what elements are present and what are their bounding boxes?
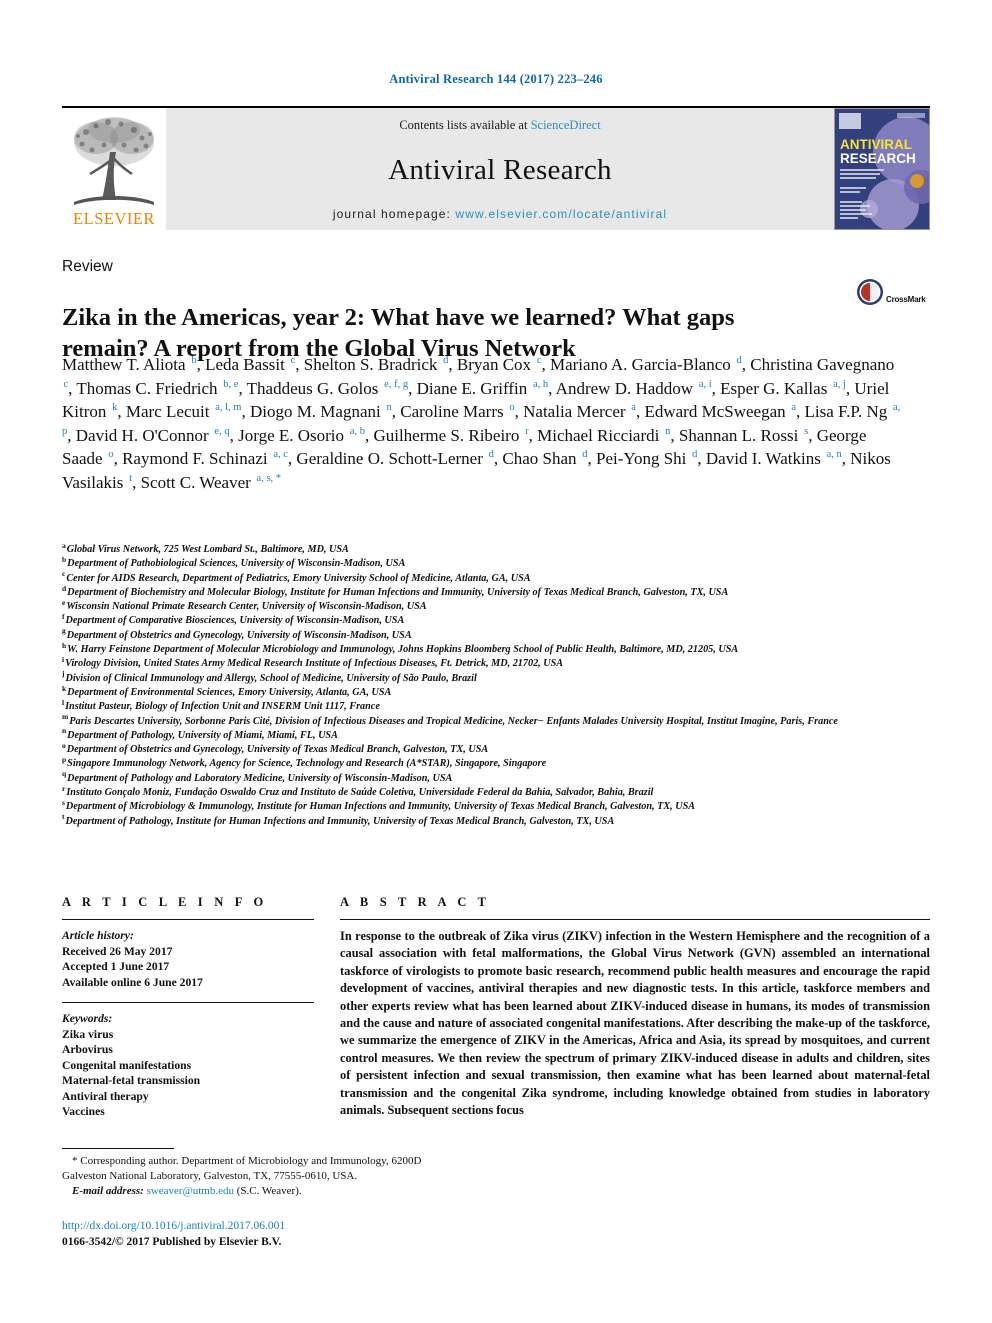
affiliation-line: gDepartment of Obstetrics and Gynecology… — [62, 627, 930, 643]
corresponding-author-name: (S.C. Weaver). — [236, 1185, 302, 1197]
affiliation-text: Department of Pathology and Laboratory M… — [67, 772, 453, 784]
crossmark-badge[interactable]: CrossMark — [856, 278, 926, 306]
affiliation-text: Global Virus Network, 725 West Lombard S… — [66, 544, 349, 555]
affiliation-line: dDepartment of Biochemistry and Molecula… — [62, 584, 930, 600]
abstract-heading: A B S T R A C T — [340, 895, 491, 909]
article-history-block: Article history: Received 26 May 2017 Ac… — [62, 928, 314, 990]
keyword-item: Zika virus — [62, 1027, 114, 1041]
keywords-block: Keywords: Zika virus Arbovirus Congenita… — [62, 1011, 314, 1120]
keyword-item: Arbovirus — [62, 1043, 113, 1056]
abstract-text: In response to the outbreak of Zika viru… — [340, 929, 930, 1118]
journal-homepage-line: journal homepage: www.elsevier.com/locat… — [333, 207, 667, 221]
corresponding-author-email-link[interactable]: sweaver@utmb.edu — [147, 1185, 234, 1197]
affiliation-line: oDepartment of Obstetrics and Gynecology… — [62, 742, 930, 757]
journal-cover-thumbnail: ANTIVIRAL RESEARCH — [834, 108, 930, 230]
affiliation-text: Department of Obstetrics and Gynecology,… — [66, 629, 412, 641]
journal-masthead: ELSEVIER Contents lists available at Sci… — [62, 106, 930, 230]
cover-artwork-icon: ANTIVIRAL RESEARCH — [835, 109, 929, 229]
keyword-item: Maternal-fetal transmission — [62, 1074, 201, 1087]
crossmark-label: CrossMark — [886, 295, 926, 304]
svg-text:RESEARCH: RESEARCH — [840, 151, 916, 166]
affiliation-line: kDepartment of Environmental Sciences, E… — [62, 684, 930, 700]
copyright-line: 0166-3542/© 2017 Published by Elsevier B… — [62, 1236, 282, 1248]
affiliation-text: Department of Biochemistry and Molecular… — [67, 586, 729, 598]
author-list: Matthew T. Aliota b, Leda Bassit c, Shel… — [62, 355, 901, 492]
affiliation-text: Department of Pathology, Institute for H… — [65, 815, 615, 827]
affiliation-line: bDepartment of Pathobiological Sciences,… — [62, 556, 930, 571]
keywords-label: Keywords: — [62, 1012, 113, 1025]
article-history-accepted: Accepted 1 June 2017 — [62, 960, 170, 973]
affiliation-line: cCenter for AIDS Research, Department of… — [62, 570, 930, 586]
affiliation-text: Department of Comparative Biosciences, U… — [65, 615, 405, 627]
affiliation-text: Division of Clinical Immunology and Alle… — [65, 672, 477, 684]
journal-banner: Contents lists available at ScienceDirec… — [166, 108, 834, 230]
affiliation-line: jDivision of Clinical Immunology and All… — [62, 670, 930, 686]
affiliation-list: aGlobal Virus Network, 725 West Lombard … — [62, 541, 930, 829]
affiliation-text: Department of Pathology, University of M… — [67, 729, 338, 741]
article-info-rule-mid — [62, 1002, 314, 1003]
affiliation-text: Paris Descartes University, Sorbonne Par… — [69, 715, 838, 727]
article-history-received: Received 26 May 2017 — [62, 944, 173, 958]
sciencedirect-link[interactable]: ScienceDirect — [531, 118, 601, 132]
elsevier-wordmark: ELSEVIER — [73, 209, 155, 228]
affiliation-text: Department of Microbiology & Immunology,… — [65, 801, 696, 813]
abstract-rule — [340, 919, 930, 920]
affiliation-line: iVirology Division, United States Army M… — [62, 656, 930, 671]
affiliation-line: qDepartment of Pathology and Laboratory … — [62, 770, 930, 786]
affiliation-line: eWisconsin National Primate Research Cen… — [62, 599, 930, 614]
keyword-item: Antiviral therapy — [62, 1089, 149, 1103]
article-history-label: Article history: — [62, 929, 134, 942]
abstract-section: A B S T R A C T In response to the outbr… — [340, 895, 930, 1119]
affiliation-line: fDepartment of Comparative Biosciences, … — [62, 613, 930, 628]
affiliation-line: aGlobal Virus Network, 725 West Lombard … — [62, 541, 930, 557]
footnote-line-1: * Corresponding author. Department of Mi… — [72, 1155, 422, 1167]
affiliation-line: sDepartment of Microbiology & Immunology… — [62, 799, 930, 814]
article-info-section: A R T I C L E I N F O Article history: R… — [62, 895, 314, 1120]
affiliation-text: Wisconsin National Primate Research Cent… — [66, 601, 427, 613]
affiliation-line: hW. Harry Feinstone Department of Molecu… — [62, 641, 930, 657]
keyword-item: Vaccines — [62, 1105, 105, 1118]
journal-title: Antiviral Research — [388, 153, 612, 186]
doi-block: http://dx.doi.org/10.1016/j.antiviral.20… — [62, 1218, 285, 1250]
affiliation-line: pSingapore Immunology Network, Agency fo… — [62, 756, 930, 771]
affiliation-text: Institut Pasteur, Biology of Infection U… — [65, 701, 380, 713]
affiliation-text: Department of Environmental Sciences, Em… — [67, 686, 392, 698]
affiliation-line: mParis Descartes University, Sorbonne Pa… — [62, 713, 930, 729]
affiliation-text: Center for AIDS Research, Department of … — [66, 572, 531, 584]
crossmark-icon — [857, 279, 883, 305]
affiliation-text: W. Harry Feinstone Department of Molecul… — [67, 644, 739, 656]
svg-text:ANTIVIRAL: ANTIVIRAL — [840, 137, 912, 152]
doi-link[interactable]: http://dx.doi.org/10.1016/j.antiviral.20… — [62, 1218, 285, 1234]
footnote-rule — [62, 1148, 174, 1149]
affiliation-line: nDepartment of Pathology, University of … — [62, 727, 930, 743]
journal-homepage-link[interactable]: www.elsevier.com/locate/antiviral — [455, 207, 667, 221]
keyword-item: Congenital manifestations — [62, 1058, 192, 1072]
corresponding-author-footnote: * Corresponding author. Department of Mi… — [62, 1148, 482, 1199]
footnote-line-2: Galveston National Laboratory, Galveston… — [62, 1170, 358, 1182]
article-type-label: Review — [62, 258, 113, 275]
affiliation-text: Virology Division, United States Army Me… — [65, 658, 564, 670]
affiliation-line: rInstituto Gonçalo Moniz, Fundação Oswal… — [62, 784, 930, 800]
article-info-heading: A R T I C L E I N F O — [62, 895, 268, 909]
contents-prefix: Contents lists available at — [399, 118, 528, 132]
affiliation-text: Department of Pathobiological Sciences, … — [67, 558, 406, 570]
affiliation-text: Instituto Gonçalo Moniz, Fundação Oswald… — [66, 787, 654, 799]
affiliation-line: tDepartment of Pathology, Institute for … — [62, 813, 930, 829]
affiliation-line: lInstitut Pasteur, Biology of Infection … — [62, 699, 930, 714]
affiliation-text: Singapore Immunology Network, Agency for… — [67, 758, 547, 770]
running-head: Antiviral Research 144 (2017) 223–246 — [389, 72, 603, 86]
elsevier-tree-icon — [74, 117, 154, 205]
article-history-online: Available online 6 June 2017 — [62, 975, 203, 989]
elsevier-logo: ELSEVIER — [62, 108, 166, 230]
contents-list-line: Contents lists available at ScienceDirec… — [399, 118, 600, 133]
homepage-prefix: journal homepage: — [332, 207, 451, 221]
journal-article-page: Antiviral Research 144 (2017) 223–246 EL… — [0, 0, 992, 1323]
footnote-email-line: E-mail address: sweaver@utmb.edu (S.C. W… — [62, 1184, 482, 1199]
article-info-rule-top — [62, 919, 314, 920]
affiliation-text: Department of Obstetrics and Gynecology,… — [66, 744, 489, 756]
email-address-label: E-mail address: — [72, 1185, 144, 1197]
